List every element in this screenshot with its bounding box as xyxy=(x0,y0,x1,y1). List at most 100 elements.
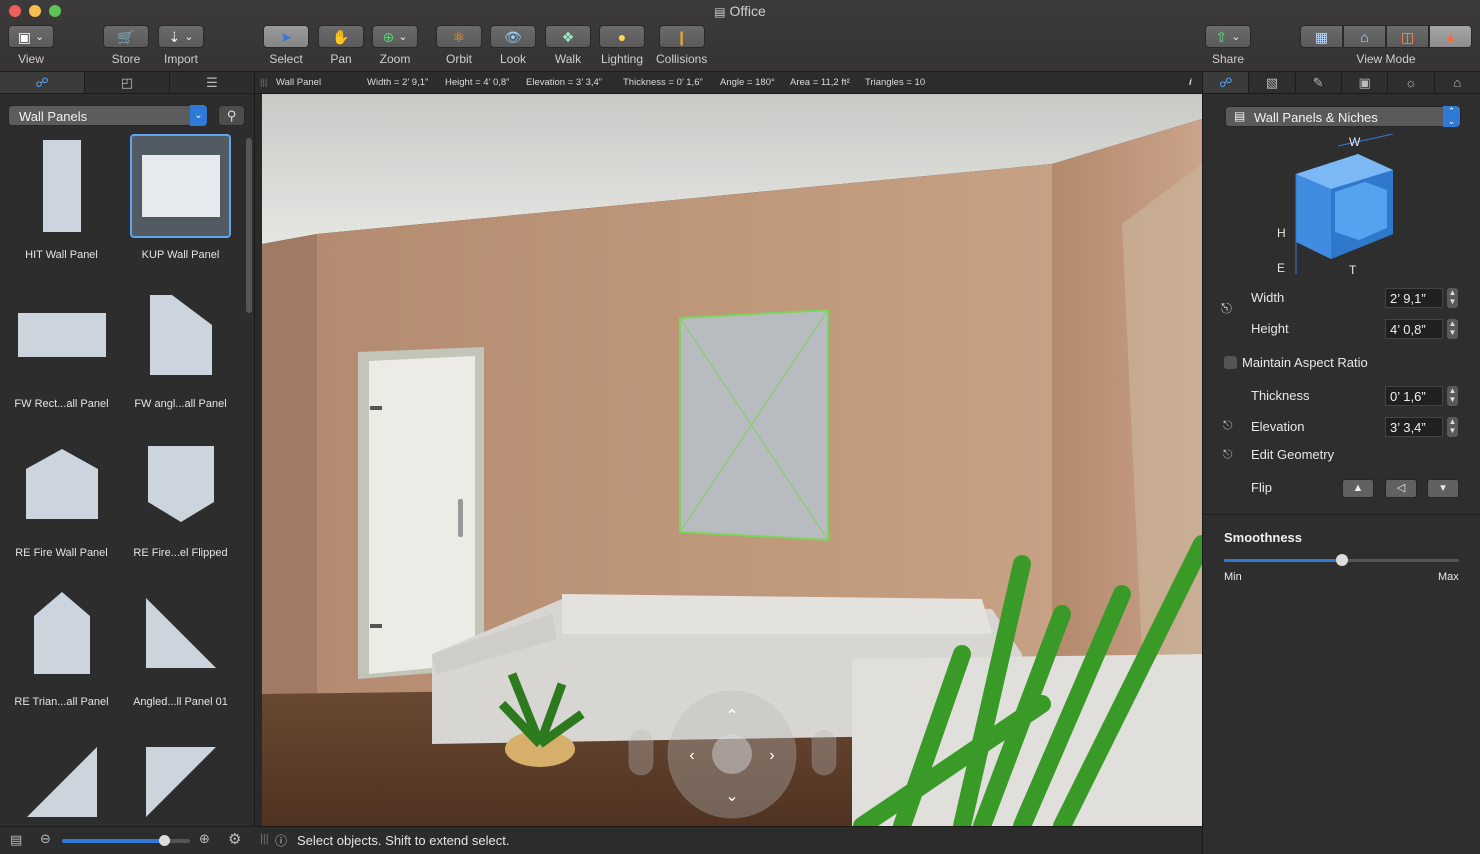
tab-objects[interactable]: ☍ xyxy=(0,72,85,93)
tab-materials[interactable]: ◰ xyxy=(85,72,170,93)
tab-camera[interactable]: ▣ xyxy=(1342,72,1389,93)
library-footer: ▤ ⊖ ⊕ ⚙ xyxy=(0,826,255,854)
item-thumbnail xyxy=(130,134,231,238)
library-item[interactable]: HIT Wall Panel xyxy=(4,134,119,279)
chevron-down-icon[interactable]: ⌄ xyxy=(725,788,738,805)
3d-mode-button[interactable]: ▲ xyxy=(1429,25,1472,48)
sofa-back xyxy=(562,594,992,634)
library-item[interactable]: FW Rect...all Panel xyxy=(4,283,119,428)
split-mode-button[interactable]: ◫ xyxy=(1386,25,1429,48)
chevron-up-icon[interactable]: ⌃ xyxy=(725,708,738,725)
tab-light[interactable]: ☼ xyxy=(1388,72,1435,93)
zoom-tool[interactable]: ⊕ ⌄ Zoom xyxy=(372,25,418,66)
info-angle: Angle = 180° xyxy=(720,77,775,88)
walk-tool[interactable]: ❖ Walk xyxy=(545,25,591,66)
info-object-name: Wall Panel xyxy=(276,77,322,88)
thumbnail-size-fill xyxy=(62,839,165,843)
library-grid: HIT Wall Panel KUP Wall Panel FW Rect...… xyxy=(0,134,244,826)
orbit-tool[interactable]: ⚛ Orbit xyxy=(436,25,482,66)
library-item[interactable] xyxy=(4,730,119,826)
elevation-label: Elevation xyxy=(1251,419,1305,434)
3d-viewport[interactable]: ⌃ ⌄ ‹ › xyxy=(262,94,1202,826)
help-icon[interactable]: ⓘ xyxy=(275,832,287,849)
thumbnail-size-knob[interactable] xyxy=(159,835,171,846)
library-item[interactable]: RE Trian...all Panel xyxy=(4,581,119,726)
height-field[interactable]: 4’ 0,8” xyxy=(1385,319,1443,339)
look-label: Look xyxy=(499,52,527,66)
library-item[interactable]: RE Fire Wall Panel xyxy=(4,432,119,577)
tab-object[interactable]: ☍ xyxy=(1203,72,1250,93)
flip-vertical-button[interactable]: ◁ xyxy=(1385,479,1417,498)
share-tool[interactable]: ⇧ ⌄ Share xyxy=(1205,25,1251,66)
chair-icon: ☍ xyxy=(35,74,49,90)
item-thumbnail xyxy=(130,432,231,536)
right-triangle-panel-shape xyxy=(145,598,216,668)
aspect-ratio-checkbox[interactable] xyxy=(1224,356,1237,369)
tab-building[interactable]: ⌂ xyxy=(1435,72,1480,93)
width-stepper[interactable]: ▲ ▼ xyxy=(1447,288,1458,308)
smoothness-label: Smoothness xyxy=(1224,530,1303,545)
store-tool[interactable]: 🛒 Store xyxy=(103,25,149,66)
eye-icon: 👁 xyxy=(504,28,522,45)
door-hinge xyxy=(370,624,382,628)
library-item[interactable]: KUP Wall Panel xyxy=(123,134,238,279)
chevron-left-icon[interactable]: ‹ xyxy=(689,747,694,764)
library-scrollbar[interactable] xyxy=(246,138,252,313)
collisions-tool[interactable]: ❙ Collisions xyxy=(656,25,707,66)
height-stepper[interactable]: ▲ ▼ xyxy=(1447,319,1458,339)
window-title-text: Office xyxy=(729,3,766,19)
image-icon[interactable]: ▤ xyxy=(10,832,22,848)
look-tool[interactable]: 👁 Look xyxy=(490,25,536,66)
navigation-center[interactable] xyxy=(712,734,752,774)
library-item[interactable]: FW angl...all Panel xyxy=(123,283,238,428)
thickness-stepper[interactable]: ▲ ▼ xyxy=(1447,386,1458,406)
selected-wall-panel[interactable] xyxy=(679,308,829,542)
unlock-icon[interactable]: ⎋ xyxy=(1223,418,1233,433)
library-tabs: ☍ ◰ ☰ xyxy=(0,72,255,94)
library-search-button[interactable]: ⚲ xyxy=(218,105,245,126)
object-category-select[interactable]: ▤ Wall Panels & Niches ⌃ ⌄ xyxy=(1225,106,1461,127)
info-width: Width = 2’ 9,1” xyxy=(367,77,429,88)
vertical-pan-control[interactable] xyxy=(628,728,654,776)
select-tool[interactable]: ➤ Select xyxy=(263,25,309,66)
info-area: Area = 11,2 ft² xyxy=(790,77,850,88)
library-item[interactable]: RE Fire...el Flipped xyxy=(123,432,238,577)
elevation-mode-button[interactable]: ⌂ xyxy=(1343,25,1386,48)
aspect-link-icon[interactable]: ⎋ xyxy=(1221,300,1232,317)
tab-edit[interactable]: ✎ xyxy=(1296,72,1342,93)
lighting-tool[interactable]: ● Lighting xyxy=(599,25,645,66)
import-tool[interactable]: ⇣ ⌄ Import xyxy=(158,25,204,66)
width-field[interactable]: 2’ 9,1” xyxy=(1385,288,1443,308)
flip-depth-button[interactable]: ▾ xyxy=(1427,479,1459,498)
gear-icon[interactable]: ⚙ xyxy=(228,830,241,848)
thumbnail-size-slider[interactable] xyxy=(62,835,190,846)
floor-plan-mode-button[interactable]: ▦ xyxy=(1300,25,1343,48)
edit-geometry-label[interactable]: Edit Geometry xyxy=(1251,447,1334,462)
walk-label: Walk xyxy=(554,52,582,66)
elevation-field[interactable]: 3’ 3,4” xyxy=(1385,417,1443,437)
tab-list[interactable]: ☰ xyxy=(170,72,255,93)
item-label: KUP Wall Panel xyxy=(141,249,220,261)
pan-label: Pan xyxy=(330,52,352,66)
list-icon: ☰ xyxy=(206,74,218,90)
info-icon[interactable]: i xyxy=(1189,77,1192,88)
chevron-right-icon[interactable]: › xyxy=(769,747,774,764)
elevation-stepper[interactable]: ▲ ▼ xyxy=(1447,417,1458,437)
view-tool[interactable]: ▣ ⌄ View xyxy=(8,25,54,66)
library-item[interactable]: Angled...ll Panel 01 xyxy=(123,581,238,726)
category-select[interactable]: Wall Panels ⌄ xyxy=(8,105,208,126)
smoothness-knob[interactable] xyxy=(1335,554,1348,566)
flip-horizontal-button[interactable]: ▲ xyxy=(1342,479,1374,498)
tab-paint[interactable]: ▧ xyxy=(1249,72,1296,93)
3d-house-icon: ▲ xyxy=(1443,28,1458,45)
triangle-top-panel-shape xyxy=(33,592,90,674)
item-thumbnail xyxy=(130,730,231,826)
thickness-field[interactable]: 0’ 1,6” xyxy=(1385,386,1443,406)
unlock-icon[interactable]: ⎋ xyxy=(1223,447,1233,462)
elevation-control[interactable] xyxy=(811,728,837,776)
zoom-in-icon[interactable]: ⊕ xyxy=(199,831,210,847)
pan-tool[interactable]: ✋ Pan xyxy=(318,25,364,66)
library-item[interactable] xyxy=(123,730,238,826)
zoom-out-icon[interactable]: ⊖ xyxy=(40,831,51,847)
smoothness-slider[interactable] xyxy=(1224,554,1459,566)
